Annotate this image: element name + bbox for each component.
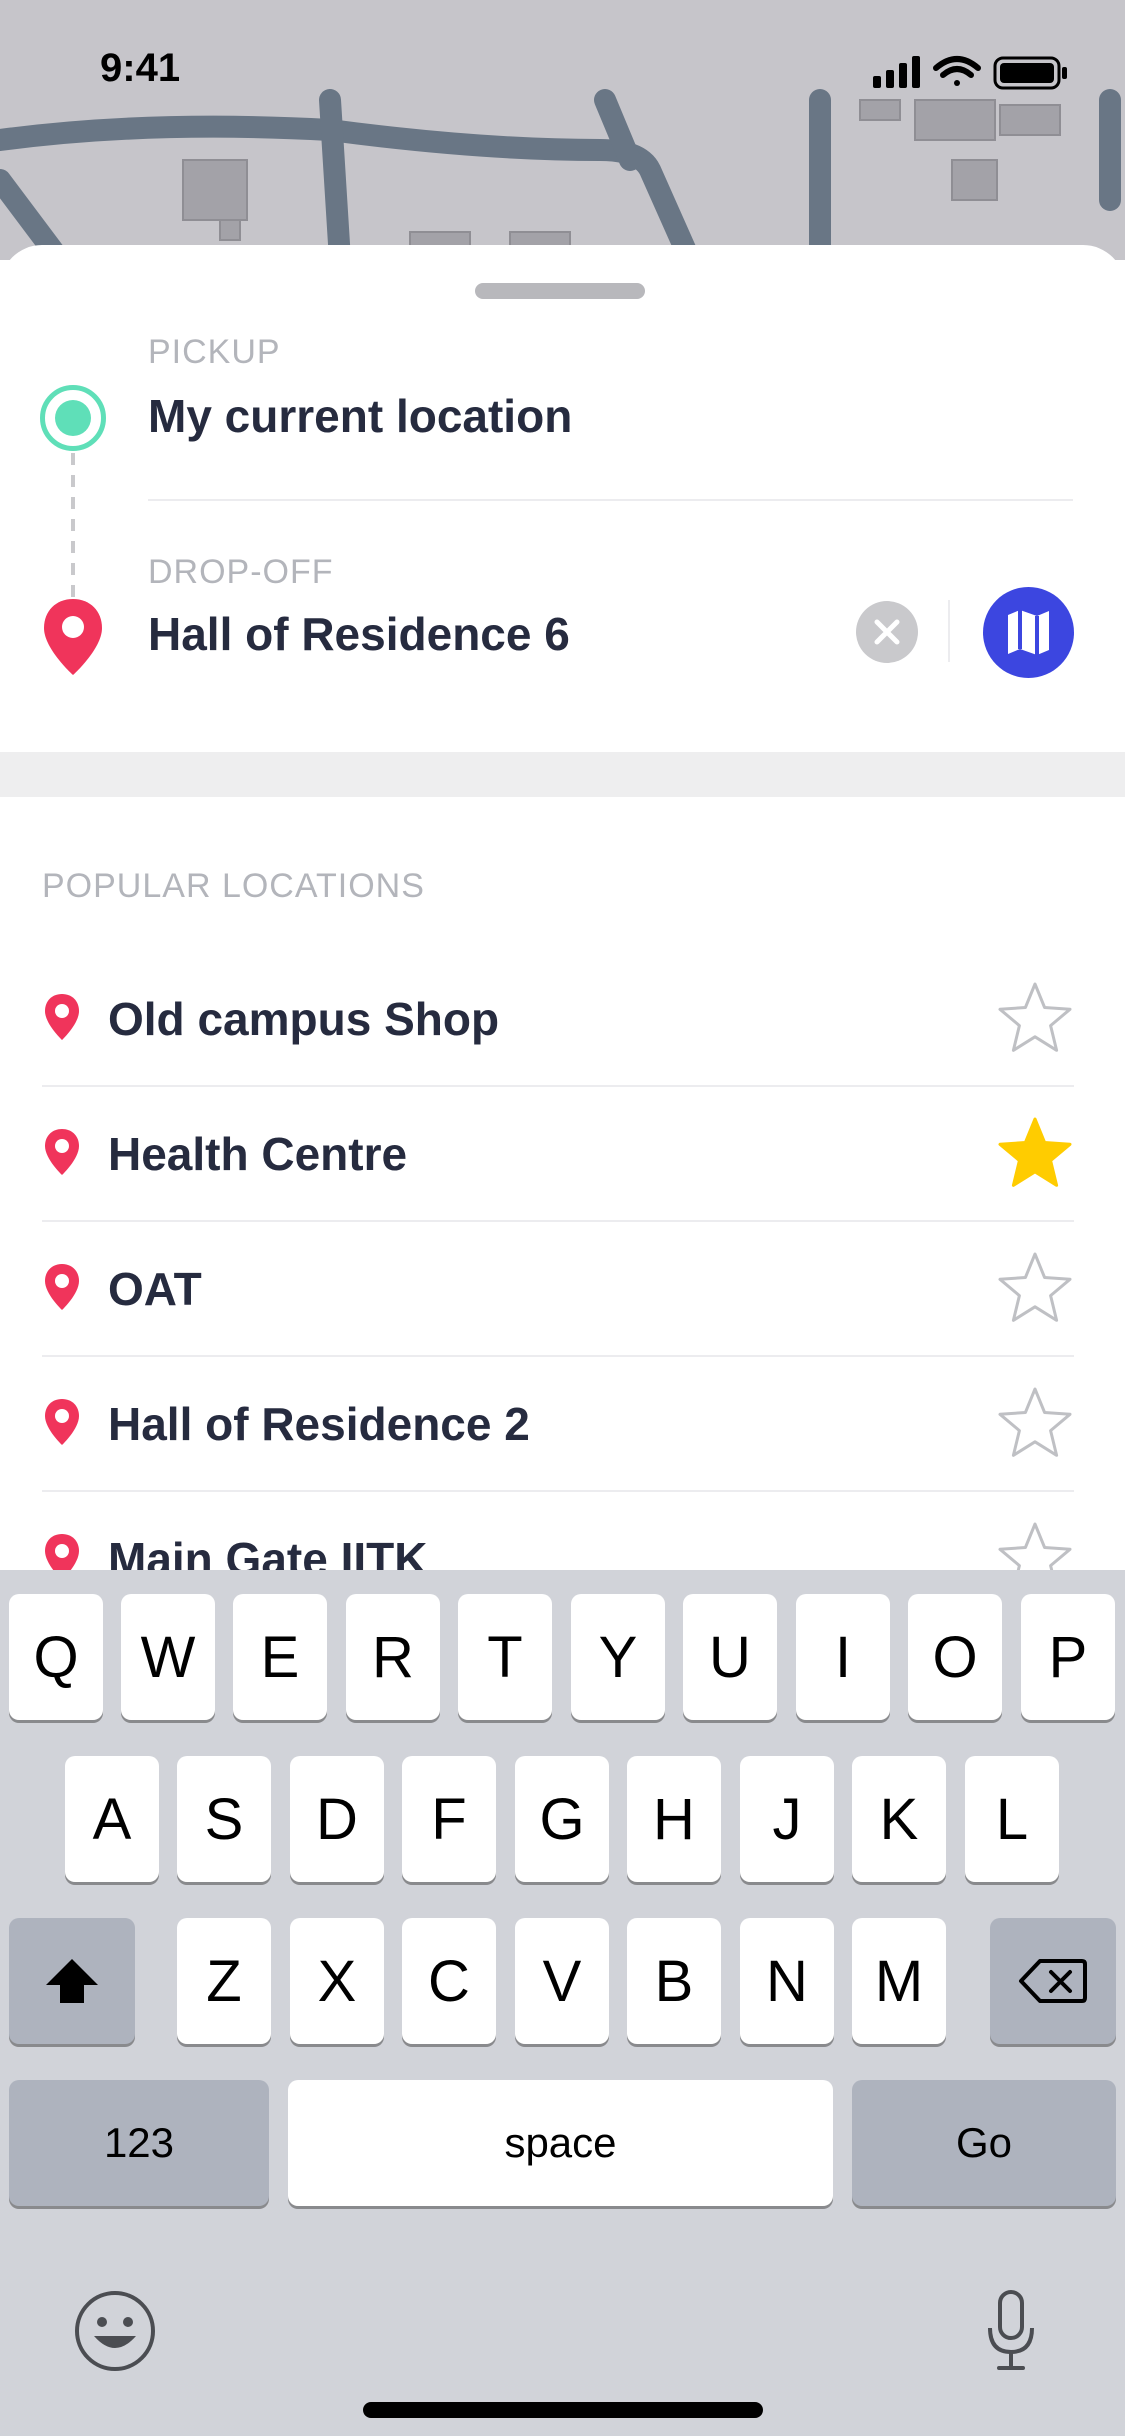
pickup-dot-icon (40, 385, 106, 451)
key-c[interactable]: C (402, 1918, 496, 2044)
key-y[interactable]: Y (571, 1594, 665, 1720)
location-pin-icon (45, 1129, 79, 1175)
location-name: Hall of Residence 2 (108, 1398, 530, 1450)
key-x[interactable]: X (290, 1918, 384, 2044)
clear-dropoff-button[interactable] (856, 601, 918, 663)
shift-icon (46, 1959, 98, 2003)
pickup-label: PICKUP (148, 333, 281, 371)
dropoff-label: DROP-OFF (148, 553, 334, 591)
dropoff-pin-icon (40, 597, 106, 682)
key-u[interactable]: U (683, 1594, 777, 1720)
clear-icon (874, 619, 900, 645)
shift-key[interactable] (9, 1918, 135, 2044)
status-icons (873, 52, 1073, 97)
numbers-key[interactable]: 123 (9, 2080, 269, 2206)
key-d[interactable]: D (290, 1756, 384, 1882)
key-s[interactable]: S (177, 1756, 271, 1882)
key-a[interactable]: A (65, 1756, 159, 1882)
emoji-icon (75, 2291, 155, 2371)
star-outline-icon[interactable] (996, 1250, 1074, 1326)
location-name: OAT (108, 1263, 202, 1315)
route-connector (71, 453, 75, 613)
popular-locations-title: POPULAR LOCATIONS (42, 867, 425, 905)
location-name: Health Centre (108, 1128, 408, 1180)
star-outline-icon[interactable] (996, 980, 1074, 1056)
list-item[interactable]: Old campus Shop (42, 952, 1074, 1087)
key-e[interactable]: E (233, 1594, 327, 1720)
section-separator (0, 752, 1125, 797)
keyboard: Q W E R T Y U I O P A S D F G H J K L Z … (0, 1570, 1125, 2436)
key-h[interactable]: H (627, 1756, 721, 1882)
status-bar: 9:41 (0, 0, 1125, 140)
key-l[interactable]: L (965, 1756, 1059, 1882)
key-q[interactable]: Q (9, 1594, 103, 1720)
home-indicator[interactable] (363, 2402, 763, 2418)
choose-on-map-button[interactable] (983, 587, 1074, 678)
key-f[interactable]: F (402, 1756, 496, 1882)
map-icon (1008, 610, 1049, 655)
list-item[interactable]: Hall of Residence 2 (42, 1357, 1074, 1492)
list-item[interactable]: Health Centre (42, 1087, 1074, 1222)
star-outline-icon[interactable] (996, 1385, 1074, 1461)
microphone-icon (988, 2290, 1034, 2370)
key-b[interactable]: B (627, 1918, 721, 2044)
sheet-handle[interactable] (475, 283, 645, 299)
signal-icon (873, 56, 920, 88)
microphone-button[interactable] (985, 2288, 1037, 2379)
key-r[interactable]: R (346, 1594, 440, 1720)
key-v[interactable]: V (515, 1918, 609, 2044)
list-item[interactable]: Main Gate IITK (42, 1492, 1074, 1570)
key-k[interactable]: K (852, 1756, 946, 1882)
location-name: Old campus Shop (108, 993, 500, 1045)
key-n[interactable]: N (740, 1918, 834, 2044)
key-p[interactable]: P (1021, 1594, 1115, 1720)
star-outline-icon[interactable] (996, 1520, 1074, 1570)
location-pin-icon (45, 1399, 79, 1445)
dropoff-field[interactable]: Hall of Residence 6 (148, 607, 570, 661)
field-divider (148, 499, 1073, 501)
delete-icon (1019, 1959, 1087, 2003)
button-separator (948, 600, 950, 662)
location-pin-icon (45, 994, 79, 1040)
key-j[interactable]: J (740, 1756, 834, 1882)
go-key[interactable]: Go (852, 2080, 1116, 2206)
delete-key[interactable] (990, 1918, 1116, 2044)
key-g[interactable]: G (515, 1756, 609, 1882)
star-filled-icon[interactable] (996, 1115, 1074, 1191)
key-z[interactable]: Z (177, 1918, 271, 2044)
location-pin-icon (45, 1264, 79, 1310)
key-o[interactable]: O (908, 1594, 1002, 1720)
location-pin-icon (45, 1534, 79, 1570)
key-i[interactable]: I (796, 1594, 890, 1720)
pickup-field[interactable]: My current location (148, 389, 572, 443)
key-t[interactable]: T (458, 1594, 552, 1720)
key-w[interactable]: W (121, 1594, 215, 1720)
location-name: Main Gate IITK (108, 1533, 428, 1570)
emoji-button[interactable] (72, 2288, 158, 2379)
location-sheet: PICKUP My current location DROP-OFF Hall… (0, 245, 1125, 1570)
status-time: 9:41 (100, 46, 181, 90)
key-m[interactable]: M (852, 1918, 946, 2044)
battery-icon (993, 56, 1067, 90)
space-key[interactable]: space (288, 2080, 833, 2206)
wifi-icon (933, 56, 981, 86)
list-item[interactable]: OAT (42, 1222, 1074, 1357)
